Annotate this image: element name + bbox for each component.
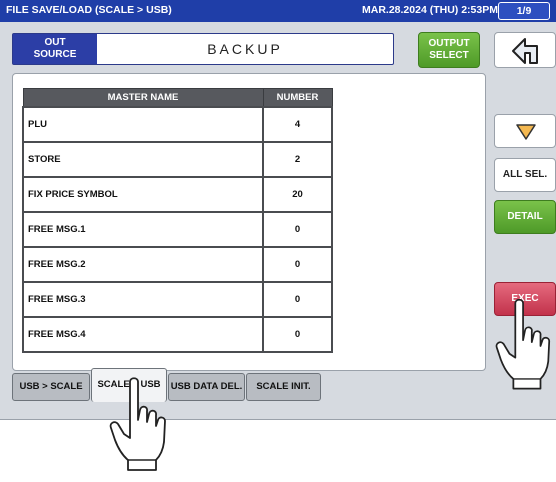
mode-label: BACKUP xyxy=(207,41,283,57)
out-source-label-1: OUT xyxy=(44,37,66,48)
column-header-master-name: MASTER NAME xyxy=(22,88,264,107)
number-cell: 4 xyxy=(262,105,333,143)
master-name-cell: FREE MSG.2 xyxy=(22,245,264,283)
number-cell: 0 xyxy=(262,315,333,353)
pointing-hand-icon xyxy=(109,377,166,471)
detail-button[interactable]: DETAIL xyxy=(494,200,556,234)
tab-usb-to-scale[interactable]: USB > SCALE xyxy=(12,373,90,401)
table-header-row: MASTER NAME NUMBER xyxy=(22,88,333,107)
output-select-label-2: SELECT xyxy=(429,50,469,61)
column-header-number: NUMBER xyxy=(262,88,333,107)
number-cell: 20 xyxy=(262,175,333,213)
number-cell: 0 xyxy=(262,245,333,283)
scroll-down-button[interactable] xyxy=(494,114,556,148)
table-row[interactable]: FIX PRICE SYMBOL 20 xyxy=(22,175,333,213)
table-row[interactable]: FREE MSG.1 0 xyxy=(22,210,333,248)
title-bar: FILE SAVE/LOAD (SCALE > USB) MAR.28.2024… xyxy=(0,0,556,22)
master-name-cell: FIX PRICE SYMBOL xyxy=(22,175,264,213)
number-cell: 2 xyxy=(262,140,333,178)
master-table: MASTER NAME NUMBER PLU 4 STORE 2 FIX PRICE… xyxy=(22,88,333,353)
triangle-down-icon xyxy=(516,124,536,140)
pointing-hand-icon xyxy=(495,298,551,390)
master-name-cell: FREE MSG.3 xyxy=(22,280,264,318)
return-arrow-icon xyxy=(512,38,538,64)
master-name-cell: FREE MSG.1 xyxy=(22,210,264,248)
tab-usb-data-del[interactable]: USB DATA DEL. xyxy=(168,373,245,401)
number-cell: 0 xyxy=(262,280,333,318)
page-indicator: 1/9 xyxy=(498,2,550,20)
master-name-cell: FREE MSG.4 xyxy=(22,315,264,353)
back-button[interactable] xyxy=(494,32,556,68)
all-select-button[interactable]: ALL SEL. xyxy=(494,158,556,192)
table-row[interactable]: FREE MSG.2 0 xyxy=(22,245,333,283)
screen-title: FILE SAVE/LOAD (SCALE > USB) xyxy=(6,4,172,16)
number-cell: 0 xyxy=(262,210,333,248)
table-row[interactable]: PLU 4 xyxy=(22,105,333,143)
datetime-display: MAR.28.2024 (THU) 2:53PM xyxy=(362,4,498,16)
tab-scale-init[interactable]: SCALE INIT. xyxy=(246,373,321,401)
table-row[interactable]: STORE 2 xyxy=(22,140,333,178)
output-select-label-1: OUTPUT xyxy=(428,38,470,49)
out-source-label-2: SOURCE xyxy=(33,49,77,60)
table-row[interactable]: FREE MSG.3 0 xyxy=(22,280,333,318)
master-name-cell: PLU xyxy=(22,105,264,143)
output-select-button[interactable]: OUTPUT SELECT xyxy=(418,32,480,68)
master-name-cell: STORE xyxy=(22,140,264,178)
header-bar: OUT SOURCE BACKUP xyxy=(12,33,394,65)
table-row[interactable]: FREE MSG.4 0 xyxy=(22,315,333,353)
out-source-button[interactable]: OUT SOURCE xyxy=(13,34,97,64)
